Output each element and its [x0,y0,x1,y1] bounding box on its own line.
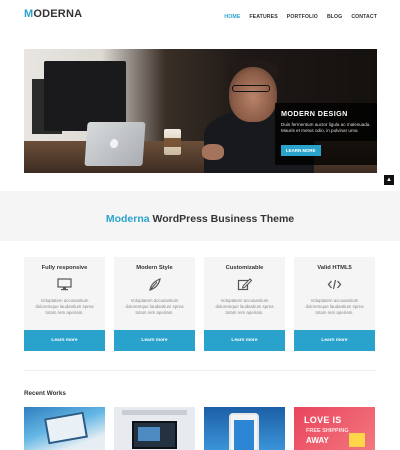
feature-text: Voluptatem accusantium doloremque laudan… [125,298,184,315]
nav-home[interactable]: HOME [224,14,240,20]
portfolio-item[interactable] [114,407,195,450]
feature-text: Voluptatem accusantium doloremque laudan… [35,298,94,315]
nav-blog[interactable]: BLOG [327,14,342,20]
learn-more-button[interactable]: Learn more [204,330,285,351]
section-divider [24,370,377,371]
edit-icon [237,278,252,291]
logo-text: ODERNA [33,8,83,20]
hero-image-hand [202,144,224,160]
logo-accent-letter: M [24,8,34,20]
feature-card: Fully responsive Voluptatem accusantium … [24,257,105,351]
nav-contact[interactable]: CONTACT [351,14,377,20]
nav-portfolio[interactable]: PORTFOLIO [287,14,318,20]
feature-title: Fully responsive [41,265,88,271]
portfolio-item[interactable] [204,407,285,450]
scroll-to-top-icon[interactable]: ▲ [384,175,394,185]
hero-image-laptop [84,122,146,166]
site-header: MODERNA HOME FEATURES PORTFOLIO BLOG CON… [0,0,400,34]
portfolio-thumb-phone [229,413,259,450]
portfolio-thumb-monitor [132,421,177,449]
code-icon [327,279,342,290]
section-title: Moderna WordPress Business Theme [0,213,400,225]
hero-caption: MODERN DESIGN Duis fermentum auctor ligu… [275,103,377,165]
recent-works-title: Recent Works [24,390,66,397]
portfolio-thumb-phone-screen [234,420,254,450]
leaf-icon [149,278,161,291]
apple-logo-icon [109,139,119,148]
hero-text: Duis fermentum auctor ligula ac malesuad… [281,122,371,133]
gift-icon [349,433,365,447]
portfolio-thumb-tablet [44,411,88,445]
portfolio-thumb-text: AWAY [306,436,329,445]
main-nav: HOME FEATURES PORTFOLIO BLOG CONTACT [224,14,377,20]
portfolio-thumb-header [122,410,187,415]
portfolio-item[interactable] [24,407,105,450]
feature-card: Modern Style Voluptatem accusantium dolo… [114,257,195,351]
feature-title: Customizable [225,265,264,271]
section-title-accent: Moderna [105,213,150,225]
monitor-icon [57,278,72,291]
hero-image-cup [164,129,181,155]
section-title-rest: WordPress Business Theme [149,213,295,225]
hero-image-monitor [44,61,126,131]
portfolio-thumb-screen [138,427,160,441]
site-logo[interactable]: MODERNA [24,8,82,20]
feature-card: Customizable Voluptatem accusantium dolo… [204,257,285,351]
learn-more-button[interactable]: Learn more [24,330,105,351]
recent-works-grid: LOVE IS FREE SHIPPING AWAY [24,407,378,450]
feature-text: Voluptatem accusantium doloremque laudan… [215,298,274,315]
nav-features[interactable]: FEATURES [249,14,277,20]
features-row: Fully responsive Voluptatem accusantium … [24,257,378,351]
feature-title: Valid HTML5 [317,265,352,271]
portfolio-thumb-text: LOVE IS [304,415,342,425]
feature-text: Voluptatem accusantium doloremque laudan… [305,298,364,315]
hero-title: MODERN DESIGN [281,109,348,118]
theme-title-band: ▲ Moderna WordPress Business Theme [0,175,400,241]
hero-learn-more-button[interactable]: LEARN MORE [281,145,321,156]
hero-slider: MODERN DESIGN Duis fermentum auctor ligu… [24,49,377,173]
learn-more-button[interactable]: Learn more [114,330,195,351]
hero-image-glasses [232,85,270,92]
portfolio-item[interactable]: LOVE IS FREE SHIPPING AWAY [294,407,375,450]
cup-sleeve [164,138,181,147]
hero-image-person-head [229,67,277,122]
portfolio-thumb-text: FREE SHIPPING [306,428,349,434]
learn-more-button[interactable]: Learn more [294,330,375,351]
feature-title: Modern Style [136,265,173,271]
feature-card: Valid HTML5 Voluptatem accusantium dolor… [294,257,375,351]
